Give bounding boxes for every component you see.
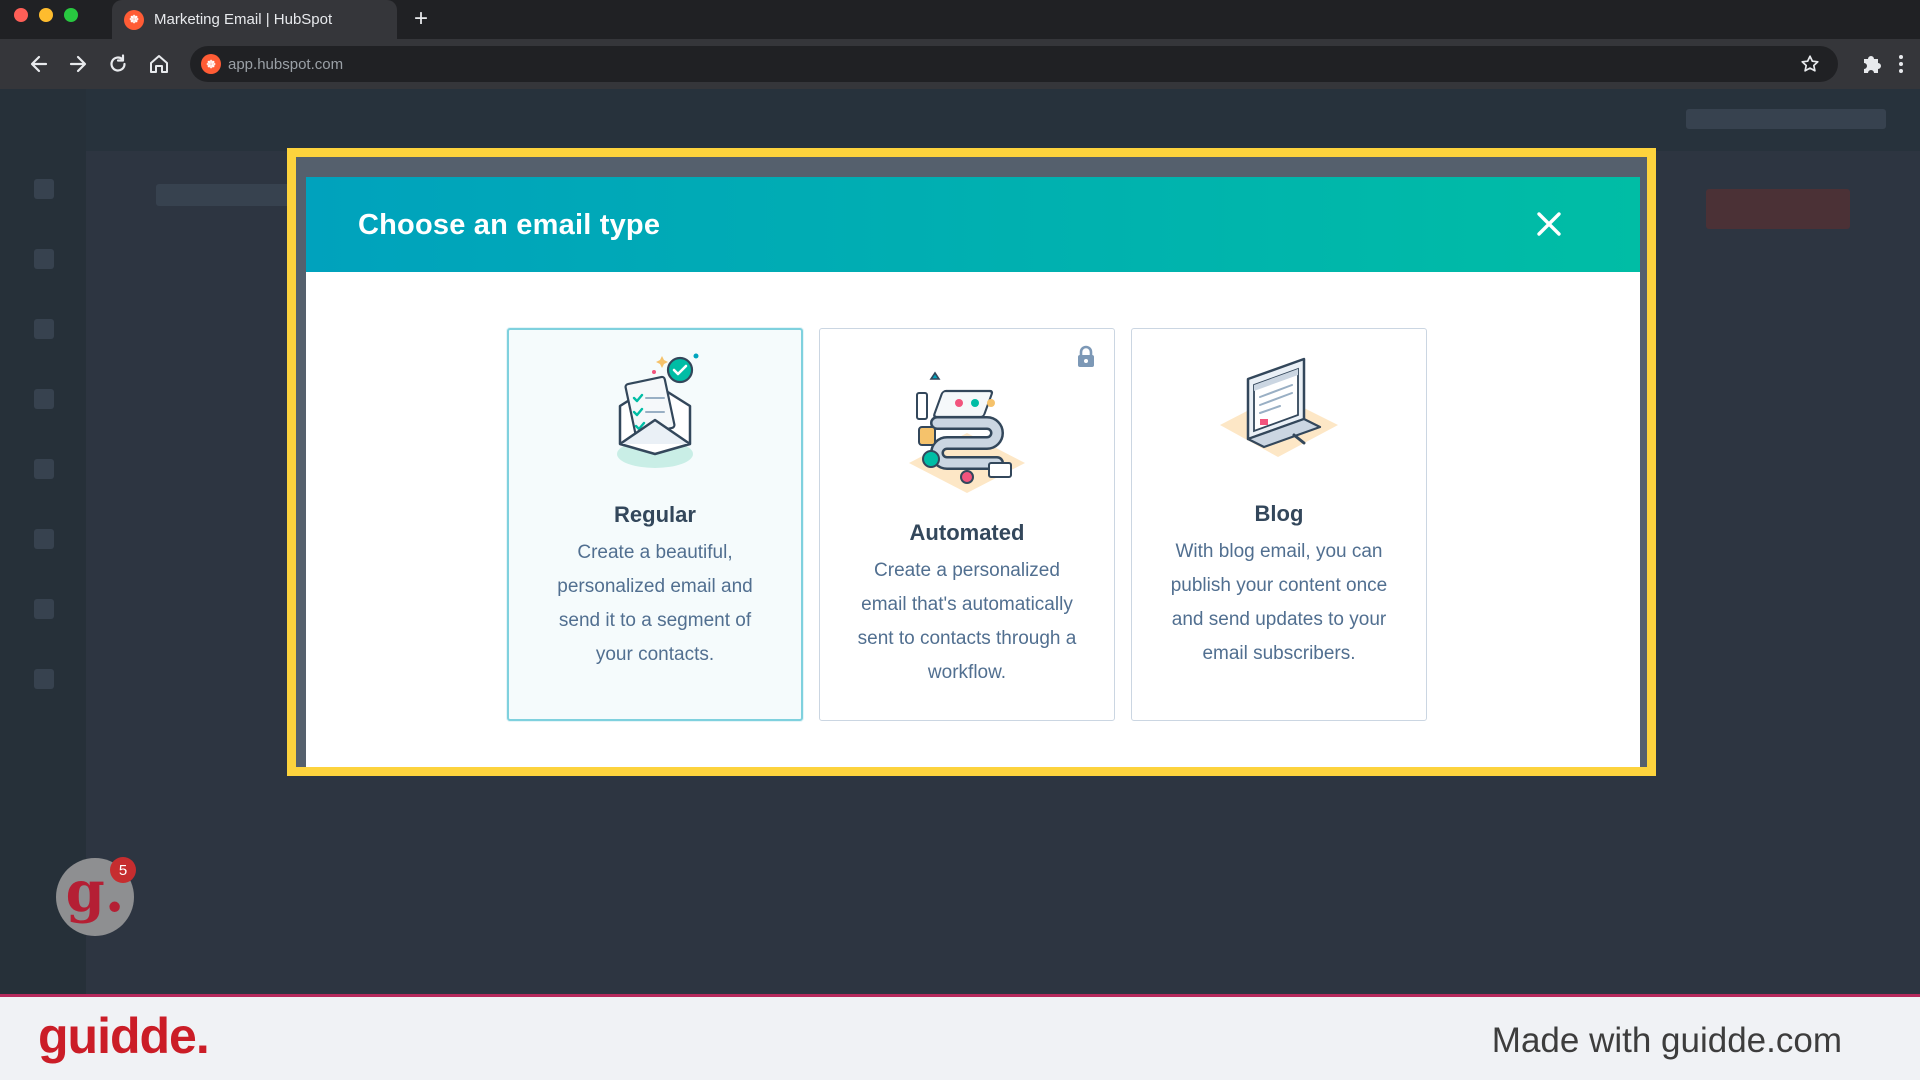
create-email-button bbox=[1706, 189, 1850, 229]
email-type-modal: Choose an email type Regular Create a be… bbox=[306, 177, 1640, 767]
back-arrow-icon[interactable] bbox=[26, 51, 52, 77]
card-title: Regular bbox=[614, 502, 696, 527]
card-title: Blog bbox=[1254, 501, 1304, 526]
workflow-machine-illustration bbox=[820, 363, 1114, 503]
browser-tab-active[interactable]: ☸ Marketing Email | HubSpot bbox=[112, 0, 397, 39]
card-description: Create a beautiful, personalized email a… bbox=[557, 542, 753, 665]
window-close-button[interactable] bbox=[14, 8, 28, 22]
card-description: Create a personalized email that's autom… bbox=[857, 560, 1077, 683]
window-minimize-button[interactable] bbox=[39, 8, 53, 22]
more-menu-icon[interactable] bbox=[1892, 51, 1910, 77]
email-type-card-regular[interactable]: Regular Create a beautiful, personalized… bbox=[507, 328, 803, 721]
browser-titlebar: ☸ Marketing Email | HubSpot + bbox=[0, 0, 1920, 39]
sidebar-icon bbox=[34, 599, 54, 619]
sidebar-icon bbox=[34, 249, 54, 269]
card-description: With blog email, you can publish your co… bbox=[1170, 541, 1388, 664]
home-icon[interactable] bbox=[146, 51, 172, 77]
new-tab-button[interactable]: + bbox=[408, 6, 434, 32]
made-with-text: Made with guidde.com bbox=[1491, 1021, 1842, 1060]
sidebar-icon bbox=[34, 529, 54, 549]
modal-title: Choose an email type bbox=[358, 209, 661, 241]
modal-header: Choose an email type bbox=[306, 177, 1640, 272]
envelope-checklist-illustration bbox=[509, 346, 801, 476]
site-favicon-icon: ☸ bbox=[201, 54, 221, 74]
card-title: Automated bbox=[909, 520, 1025, 545]
bookmark-star-icon[interactable] bbox=[1800, 54, 1820, 74]
guidde-logo: guidde. bbox=[38, 1008, 210, 1064]
sidebar-icon bbox=[34, 179, 54, 199]
address-bar-url: app.hubspot.com bbox=[228, 56, 344, 73]
sidebar-icon bbox=[34, 319, 54, 339]
step-highlight-frame: Choose an email type Regular Create a be… bbox=[287, 148, 1656, 776]
email-type-card-automated[interactable]: Automated Create a personalized email th… bbox=[819, 328, 1115, 721]
browser-tab-title: Marketing Email | HubSpot bbox=[154, 11, 333, 28]
window-maximize-button[interactable] bbox=[64, 8, 78, 22]
forward-arrow-icon[interactable] bbox=[65, 51, 91, 77]
guidde-footer: guidde. Made with guidde.com bbox=[0, 994, 1920, 1080]
app-top-navigation bbox=[86, 89, 1920, 151]
blog-laptop-illustration bbox=[1132, 349, 1426, 469]
sidebar-icon bbox=[34, 459, 54, 479]
address-bar[interactable]: ☸ app.hubspot.com bbox=[190, 46, 1838, 82]
reload-icon[interactable] bbox=[105, 51, 131, 77]
hubspot-favicon-icon: ☸ bbox=[124, 9, 144, 30]
email-type-card-blog[interactable]: Blog With blog email, you can publish yo… bbox=[1131, 328, 1427, 721]
browser-toolbar: ☸ app.hubspot.com bbox=[0, 39, 1920, 89]
account-menu bbox=[1686, 109, 1886, 129]
sidebar-icon bbox=[34, 389, 54, 409]
step-count-badge: 5 bbox=[110, 857, 136, 883]
close-icon[interactable] bbox=[1532, 207, 1566, 241]
extensions-puzzle-icon[interactable] bbox=[1858, 51, 1884, 77]
sidebar-icon bbox=[34, 669, 54, 689]
